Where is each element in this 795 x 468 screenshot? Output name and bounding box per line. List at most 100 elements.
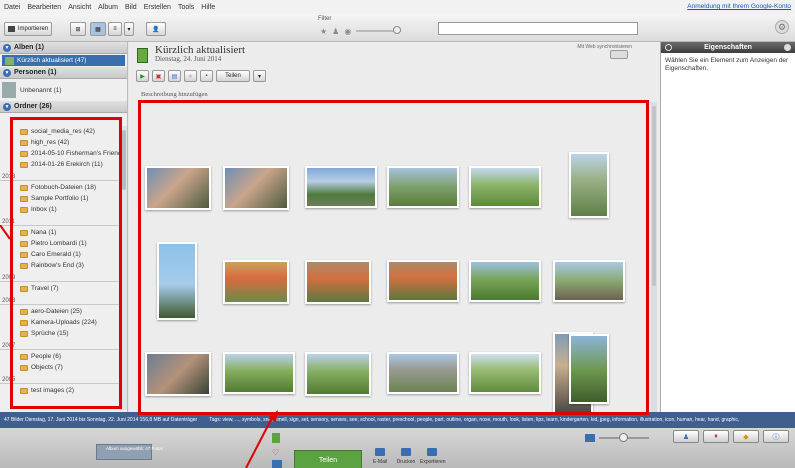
export-button[interactable]: Exportieren — [420, 448, 446, 465]
photo-thumbnail[interactable] — [305, 260, 371, 304]
folder-item[interactable]: 2014-05-10 Fisherman's Friend — [0, 148, 122, 159]
folder-icon — [20, 195, 28, 202]
email-button[interactable]: E-Mail — [368, 448, 392, 465]
folder-icon — [20, 184, 28, 191]
zoom-slider-knob[interactable] — [619, 433, 628, 442]
tree-view-button[interactable]: ⊞ — [70, 22, 86, 36]
photo-thumbnail[interactable] — [569, 334, 609, 404]
tray-share-button[interactable]: Teilen — [294, 450, 362, 468]
albums-section-header[interactable]: ▼ Alben (1) — [0, 42, 127, 54]
search-input[interactable] — [438, 22, 638, 35]
folder-item[interactable]: Kamera-Uploads (224) — [0, 317, 122, 328]
filter-person-icon[interactable]: ♟ — [332, 27, 339, 36]
web-sync-toggle[interactable] — [610, 50, 628, 59]
import-button[interactable]: Importieren — [4, 22, 52, 36]
folder-item[interactable]: Inbox (1) — [0, 204, 122, 215]
folder-year-header: 2013 — [0, 171, 122, 181]
description-field[interactable]: Beschreibung hinzufügen — [141, 91, 208, 98]
folder-item[interactable]: Pietro Lombardi (1) — [0, 238, 122, 249]
menu-edit[interactable]: Bearbeiten — [27, 4, 61, 11]
photo-thumbnail[interactable] — [469, 352, 541, 394]
zoom-small-icon — [585, 434, 595, 442]
tags-button[interactable]: ◆ — [733, 430, 759, 443]
collage-button[interactable]: ▣ — [152, 70, 165, 82]
photo-thumbnail[interactable] — [145, 166, 211, 210]
folder-item[interactable]: 2014-01-26 Erekirch (11) — [0, 159, 122, 170]
filter-geo-icon[interactable]: ◉ — [344, 27, 351, 36]
share-label: Teilen — [225, 73, 241, 79]
folders-section-header[interactable]: ▼ Ordner (26) — [0, 101, 127, 113]
photo-thumbnail[interactable] — [145, 352, 211, 396]
photo-thumbnail[interactable] — [387, 166, 459, 208]
menu-view[interactable]: Ansicht — [68, 4, 91, 11]
folder-item[interactable]: Caro Emerald (1) — [0, 249, 122, 260]
people-section-header[interactable]: ▼ Personen (1) — [0, 67, 127, 79]
photo-thumbnail[interactable] — [223, 260, 289, 304]
folder-icon — [20, 364, 28, 371]
star-button[interactable]: ★ — [184, 70, 197, 82]
page-date: Dienstag, 24. Juni 2014 — [155, 55, 222, 63]
photo-thumbnail[interactable] — [469, 166, 541, 208]
share-dropdown-button[interactable]: ▾ — [253, 70, 266, 82]
folder-item[interactable]: aero-Dateien (25) — [0, 306, 122, 317]
map-button[interactable]: ♦ — [703, 430, 729, 443]
settings-gear-icon[interactable]: ⚙ — [775, 20, 789, 34]
photo-thumbnail[interactable] — [387, 260, 459, 302]
photo-thumbnail[interactable] — [387, 352, 459, 394]
grid-view-button[interactable]: ▦ — [90, 22, 106, 36]
person-unnamed[interactable]: Unbenannt (1) — [0, 79, 127, 101]
folder-item[interactable]: People (6) — [0, 351, 122, 362]
menu-image[interactable]: Bild — [125, 4, 137, 11]
sidebar-scroll-thumb[interactable] — [122, 130, 126, 190]
folder-item[interactable]: high_res (42) — [0, 137, 122, 148]
photo-thumbnail[interactable] — [305, 352, 371, 396]
print-button[interactable]: Drucken — [394, 448, 418, 465]
folder-year-header: 2007 — [0, 340, 122, 350]
folder-item[interactable]: Objects (7) — [0, 362, 122, 373]
album-icon — [137, 48, 148, 63]
album-recently-updated[interactable]: Kürzlich aktualisiert (47) — [2, 55, 125, 66]
folder-item[interactable]: Travel (7) — [0, 283, 122, 294]
slideshow-button[interactable]: ▶ — [136, 70, 149, 82]
photo-thumbnail[interactable] — [569, 152, 609, 218]
share-button[interactable]: Teilen — [216, 70, 250, 82]
sidebar-scrollbar[interactable] — [120, 126, 127, 410]
info-button[interactable]: ⓘ — [763, 430, 789, 443]
google-signin-link[interactable]: Anmeldung mit Ihrem Google-Konto — [687, 3, 791, 10]
grid-scrollbar[interactable] — [651, 102, 657, 412]
folder-item[interactable]: Rainbow's End (3) — [0, 260, 122, 271]
folder-item[interactable]: Sprüche (15) — [0, 328, 122, 339]
folder-item[interactable]: test images (2) — [0, 385, 122, 396]
photo-thumbnail[interactable] — [305, 166, 377, 208]
close-icon[interactable] — [784, 44, 791, 51]
menu-tools[interactable]: Tools — [178, 4, 194, 11]
folder-item[interactable]: Nana (1) — [0, 227, 122, 238]
menu-file[interactable]: Datei — [4, 4, 20, 11]
folder-item[interactable]: Fotobuch-Dateien (18) — [0, 182, 122, 193]
photo-thumbnail[interactable] — [469, 260, 541, 302]
back-icon[interactable] — [665, 44, 672, 51]
save-button[interactable]: ▪ — [200, 70, 213, 82]
menu-create[interactable]: Erstellen — [144, 4, 171, 11]
filter-slider-knob[interactable] — [393, 26, 402, 34]
filter-star-icon[interactable]: ★ — [320, 27, 327, 36]
folder-icon — [20, 387, 28, 394]
photo-thumbnail[interactable] — [157, 242, 197, 320]
people-view-button[interactable]: ♟ — [673, 430, 699, 443]
movie-button[interactable]: ▤ — [168, 70, 181, 82]
grid-scroll-thumb[interactable] — [652, 106, 656, 286]
view-dropdown-button[interactable]: ▾ — [124, 22, 134, 36]
zoom-slider[interactable] — [599, 433, 649, 442]
folder-label: test images (2) — [31, 387, 74, 394]
menu-album[interactable]: Album — [98, 4, 118, 11]
folder-item[interactable]: Sample Portfolio (1) — [0, 193, 122, 204]
photo-thumbnail[interactable] — [223, 166, 289, 210]
album-label: Kürzlich aktualisiert (47) — [17, 57, 87, 64]
menu-help[interactable]: Hilfe — [201, 4, 215, 11]
people-button[interactable]: 👤 — [146, 22, 166, 36]
photo-thumbnail[interactable] — [553, 260, 625, 302]
filter-slider[interactable] — [356, 26, 402, 34]
folder-item[interactable]: social_media_res (42) — [0, 126, 122, 137]
list-view-button[interactable]: ≡ — [108, 22, 122, 36]
photo-thumbnail[interactable] — [223, 352, 295, 394]
